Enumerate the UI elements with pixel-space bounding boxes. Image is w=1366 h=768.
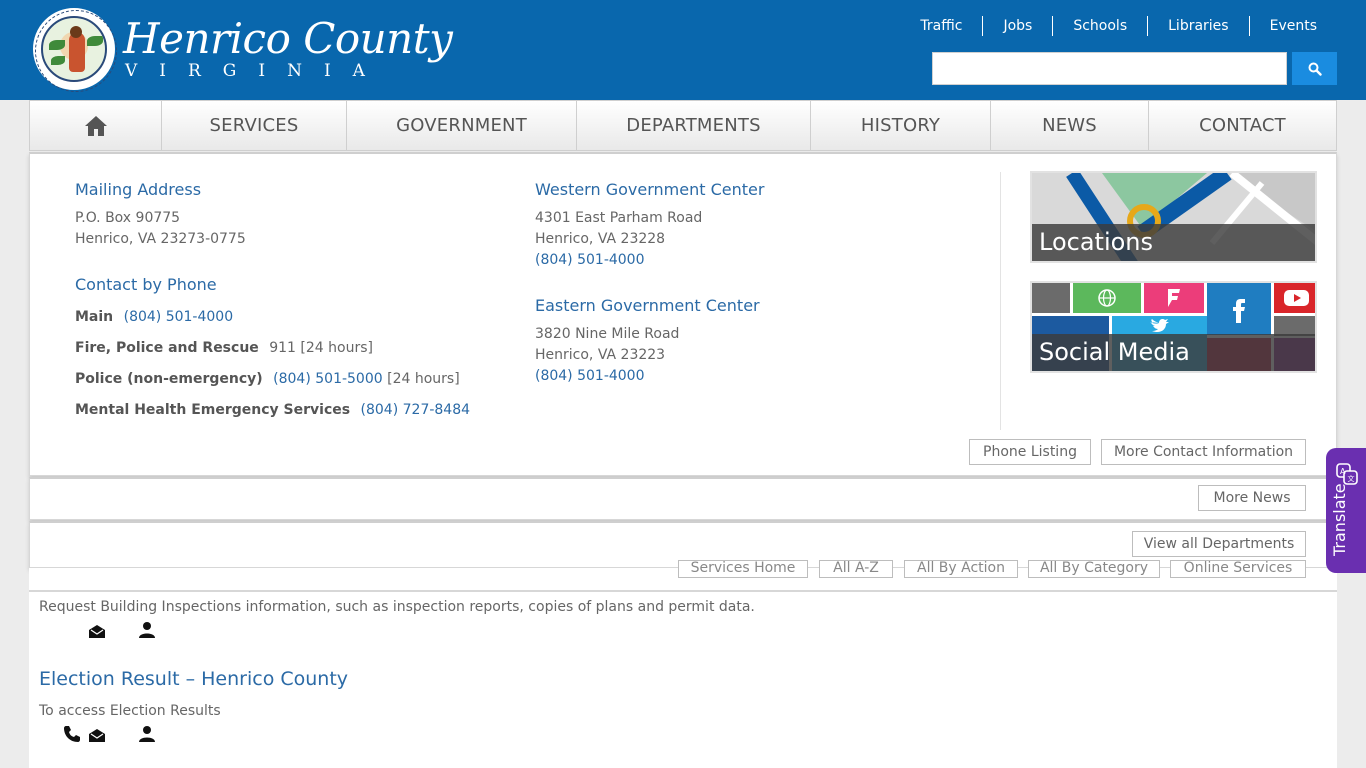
top-link-traffic[interactable]: Traffic (900, 16, 982, 36)
eastern-center-title[interactable]: Eastern Government Center (535, 295, 760, 317)
phone-icon[interactable] (63, 725, 81, 743)
content-divider (29, 590, 1337, 592)
western-center-title[interactable]: Western Government Center (535, 179, 764, 201)
eastern-center-phone[interactable]: (804) 501-4000 (535, 366, 760, 387)
phone-row-fire: Fire, Police and Rescue 911 [24 hours] (75, 340, 373, 356)
foursquare-icon (1144, 283, 1204, 313)
phone-row-mental-health: Mental Health Emergency Services (804) 7… (75, 402, 471, 418)
county-seal-logo[interactable] (33, 8, 117, 92)
globe-icon (1073, 283, 1141, 313)
home-icon (84, 115, 107, 136)
social-media-label: Social Media (1032, 334, 1315, 371)
contact-phone-section: Contact by Phone Main (804) 501-4000 Fir… (75, 274, 470, 431)
top-link-events[interactable]: Events (1248, 16, 1337, 36)
mailing-address-title[interactable]: Mailing Address (75, 179, 246, 201)
online-services-button[interactable]: Online Services (1170, 560, 1306, 578)
mailing-line-1: P.O. Box 90775 (75, 210, 181, 226)
building-inspections-description: Request Building Inspections information… (39, 599, 755, 615)
translate-button[interactable]: A文 Translate (1326, 448, 1366, 573)
person-icon[interactable] (138, 621, 156, 639)
phone-row-main: Main (804) 501-4000 (75, 309, 234, 325)
nav-news[interactable]: NEWS (991, 101, 1149, 150)
nav-government[interactable]: GOVERNMENT (347, 101, 577, 150)
all-by-action-button[interactable]: All By Action (904, 560, 1018, 578)
more-contact-info-button[interactable]: More Contact Information (1101, 439, 1306, 465)
phone-link-main[interactable]: (804) 501-4000 (124, 309, 234, 325)
contact-phone-title[interactable]: Contact by Phone (75, 274, 470, 296)
western-center-section: Western Government Center 4301 East Parh… (535, 179, 764, 271)
contact-dropdown-panel: Mailing Address P.O. Box 90775 Henrico, … (29, 152, 1337, 476)
nav-home[interactable] (30, 101, 162, 150)
all-az-button[interactable]: All A-Z (819, 560, 893, 578)
top-link-schools[interactable]: Schools (1052, 16, 1147, 36)
western-center-phone[interactable]: (804) 501-4000 (535, 250, 764, 271)
youtube-icon (1274, 283, 1315, 313)
news-dropdown-strip: More News (29, 477, 1337, 520)
site-header: Henrico County VIRGINIA Traffic Jobs Sch… (0, 0, 1366, 100)
mailing-line-2: Henrico, VA 23273-0775 (75, 231, 246, 247)
page-content: Services Home All A-Z All By Action All … (29, 560, 1337, 768)
mailing-address-section: Mailing Address P.O. Box 90775 Henrico, … (75, 179, 246, 250)
nav-history[interactable]: HISTORY (811, 101, 991, 150)
top-link-libraries[interactable]: Libraries (1147, 16, 1248, 36)
services-home-button[interactable]: Services Home (678, 560, 808, 578)
main-nav: SERVICES GOVERNMENT DEPARTMENTS HISTORY … (29, 100, 1337, 151)
social-media-tile[interactable]: Social Media (1030, 281, 1317, 373)
top-links: Traffic Jobs Schools Libraries Events (900, 16, 1337, 36)
phone-row-police: Police (non-emergency) (804) 501-5000 [2… (75, 371, 460, 387)
nav-services[interactable]: SERVICES (162, 101, 347, 150)
phone-listing-button[interactable]: Phone Listing (969, 439, 1091, 465)
eastern-center-section: Eastern Government Center 3820 Nine Mile… (535, 295, 760, 387)
search-icon (1308, 62, 1322, 76)
translate-label: Translate (1330, 483, 1349, 556)
more-news-button[interactable]: More News (1198, 485, 1306, 511)
locations-tile[interactable]: Locations (1030, 171, 1317, 263)
all-by-category-button[interactable]: All By Category (1028, 560, 1160, 578)
search-button[interactable] (1292, 52, 1337, 85)
email-icon[interactable] (88, 726, 106, 744)
view-all-departments-button[interactable]: View all Departments (1132, 531, 1306, 557)
nav-departments[interactable]: DEPARTMENTS (577, 101, 811, 150)
nav-contact[interactable]: CONTACT (1149, 101, 1336, 150)
person-icon[interactable] (138, 725, 156, 743)
election-result-title[interactable]: Election Result – Henrico County (39, 668, 348, 690)
seal-emblem (41, 16, 107, 82)
phone-link-mental-health[interactable]: (804) 727-8484 (361, 402, 471, 418)
email-icon[interactable] (88, 622, 106, 640)
election-result-description: To access Election Results (39, 703, 221, 719)
site-subtitle: VIRGINIA (125, 61, 387, 81)
phone-link-police[interactable]: (804) 501-5000 (273, 371, 383, 387)
facebook-icon (1207, 283, 1271, 335)
search-input[interactable] (932, 52, 1287, 85)
svg-text:A: A (1340, 467, 1346, 476)
locations-label: Locations (1032, 224, 1315, 261)
panel-divider (1000, 172, 1001, 430)
svg-text:文: 文 (1348, 474, 1355, 483)
site-title[interactable]: Henrico County (123, 18, 453, 60)
top-link-jobs[interactable]: Jobs (982, 16, 1052, 36)
